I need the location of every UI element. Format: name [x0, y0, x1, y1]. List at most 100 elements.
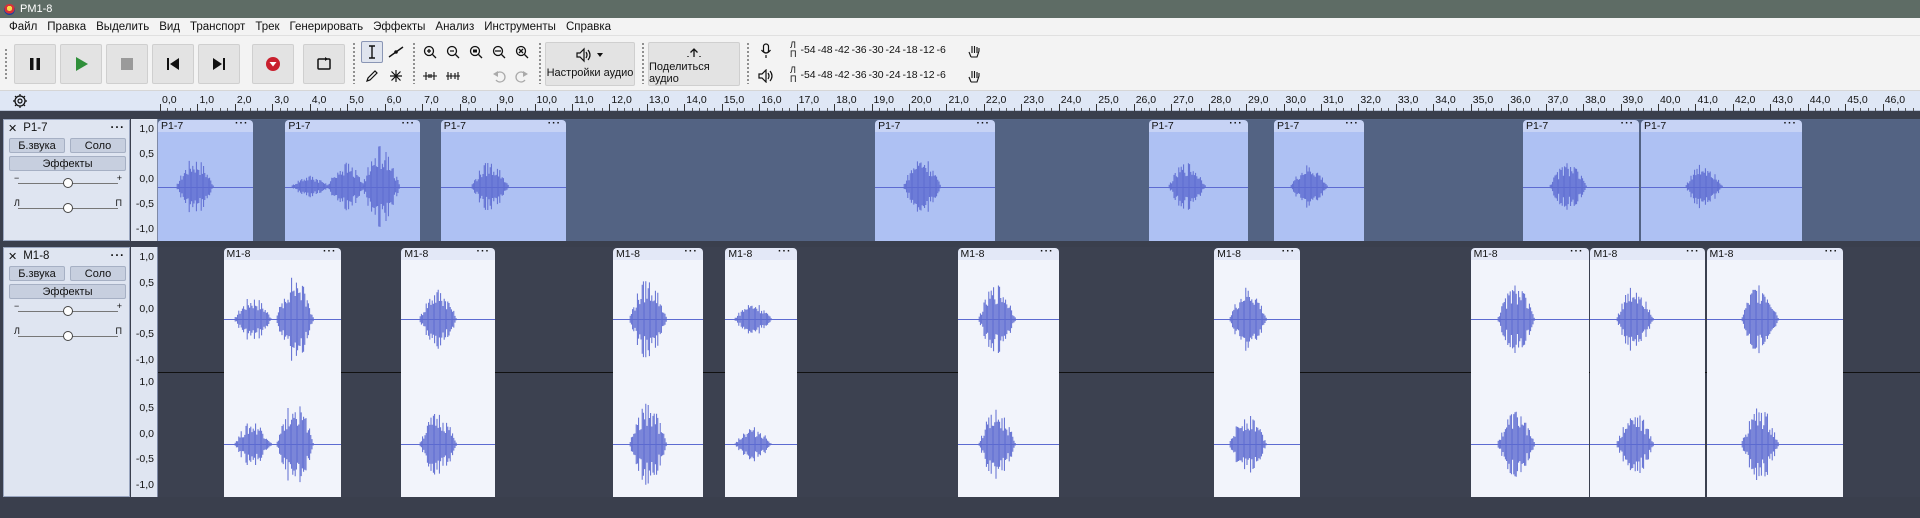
stop-button[interactable]: [106, 44, 148, 84]
clip-waveform-area[interactable]: [1148, 132, 1248, 241]
clip-header[interactable]: M1-8 ···: [1214, 248, 1301, 260]
fit-project-button[interactable]: [488, 41, 510, 63]
clip-header[interactable]: P1-7 ···: [1641, 120, 1803, 132]
track-lane-p1-7[interactable]: P1-7 ··· P1-7 ··· P1-7 ··· P1-7 ··· P1-7 ··· P1-7 ·…: [158, 119, 1920, 241]
pause-button[interactable]: [14, 44, 56, 84]
meter-grip[interactable]: [746, 42, 750, 84]
clip-waveform-area[interactable]: [957, 260, 1059, 497]
audio-clip[interactable]: P1-7 ···: [1641, 120, 1803, 241]
toolbar-grip[interactable]: [4, 48, 8, 80]
share-audio-button[interactable]: Поделиться аудио: [648, 42, 740, 86]
zoom-out-button[interactable]: [442, 41, 464, 63]
fit-selection-button[interactable]: [465, 41, 487, 63]
clip-waveform-area[interactable]: [1214, 260, 1301, 497]
record-meter-level-handle[interactable]: [963, 40, 985, 62]
timeline-settings-icon[interactable]: [12, 93, 28, 109]
clip-header[interactable]: M1-8 ···: [1470, 248, 1589, 260]
amplitude-scale-m1-8-right[interactable]: 1,0 0,5 0,0 -0,5 -1,0: [131, 372, 158, 497]
audio-clip[interactable]: M1-8 ···: [1470, 248, 1589, 497]
solo-button[interactable]: Соло: [70, 138, 126, 153]
clip-header[interactable]: P1-7 ···: [1523, 120, 1640, 132]
effects-button[interactable]: Эффекты: [9, 156, 126, 171]
close-track-icon[interactable]: ✕: [8, 250, 17, 263]
playback-meter[interactable]: ЛП -54 -48 -42 -36 -30 -24 -18 -12 -6: [788, 66, 953, 84]
audio-clip[interactable]: M1-8 ···: [1214, 248, 1301, 497]
multi-tool[interactable]: [385, 65, 407, 87]
menu-item-5[interactable]: Трек: [250, 18, 284, 36]
menu-item-7[interactable]: Эффекты: [368, 18, 430, 36]
audio-clip[interactable]: M1-8 ···: [725, 248, 797, 497]
audio-clip[interactable]: M1-8 ···: [1706, 248, 1844, 497]
gain-slider[interactable]: − +: [12, 173, 124, 190]
mute-button[interactable]: Б.звука: [9, 266, 65, 281]
audio-clip[interactable]: P1-7 ···: [1523, 120, 1640, 241]
edit-grip[interactable]: [412, 42, 416, 84]
clip-menu-icon[interactable]: ···: [976, 120, 990, 129]
clip-waveform-area[interactable]: [223, 260, 342, 497]
playback-meter-button[interactable]: [755, 65, 777, 87]
clip-menu-icon[interactable]: ···: [402, 120, 416, 129]
clip-waveform-area[interactable]: [285, 132, 421, 241]
record-button[interactable]: [252, 44, 294, 84]
undo-button[interactable]: [488, 65, 510, 87]
clip-header[interactable]: M1-8 ···: [613, 248, 703, 260]
draw-tool[interactable]: [361, 65, 383, 87]
clip-header[interactable]: P1-7 ···: [285, 120, 421, 132]
record-meter-button[interactable]: [755, 40, 777, 62]
clip-menu-icon[interactable]: ···: [1345, 120, 1359, 129]
clip-header[interactable]: M1-8 ···: [401, 248, 496, 260]
amplitude-scale-p1-7[interactable]: 1,0 0,5 0,0 -0,5 -1,0: [131, 119, 158, 241]
menu-item-3[interactable]: Вид: [154, 18, 185, 36]
clip-waveform-area[interactable]: [1641, 132, 1803, 241]
play-button[interactable]: [60, 44, 102, 84]
audio-clip[interactable]: M1-8 ···: [957, 248, 1059, 497]
audio-clip[interactable]: M1-8 ···: [1590, 248, 1705, 497]
menu-item-6[interactable]: Генерировать: [285, 18, 369, 36]
clip-waveform-area[interactable]: [1274, 132, 1364, 241]
close-track-icon[interactable]: ✕: [8, 122, 17, 135]
audio-clip[interactable]: P1-7 ···: [875, 120, 995, 241]
envelope-tool[interactable]: [385, 41, 407, 63]
amplitude-scale-m1-8-left[interactable]: 1,0 0,5 0,0 -0,5 -1,0: [131, 247, 158, 372]
clip-waveform-area[interactable]: [725, 260, 797, 497]
clip-waveform-area[interactable]: [158, 132, 254, 241]
zoom-in-button[interactable]: [419, 41, 441, 63]
clip-header[interactable]: P1-7 ···: [158, 120, 254, 132]
clip-header[interactable]: P1-7 ···: [1274, 120, 1364, 132]
track-name-button[interactable]: M1-8: [23, 250, 110, 262]
audio-clip[interactable]: P1-7 ···: [1274, 120, 1364, 241]
menu-item-8[interactable]: Анализ: [430, 18, 479, 36]
clip-menu-icon[interactable]: ···: [1825, 248, 1839, 257]
tools-grip[interactable]: [352, 42, 356, 84]
pan-slider[interactable]: Л П: [12, 326, 124, 343]
solo-button[interactable]: Соло: [70, 266, 126, 281]
gain-slider[interactable]: − +: [12, 301, 124, 318]
clip-menu-icon[interactable]: ···: [548, 120, 562, 129]
zoom-toggle-button[interactable]: [511, 41, 533, 63]
audio-setup-grip[interactable]: [538, 42, 542, 84]
clip-header[interactable]: M1-8 ···: [1590, 248, 1705, 260]
audio-clip[interactable]: P1-7 ···: [440, 120, 567, 241]
record-meter[interactable]: ЛП -54 -48 -42 -36 -30 -24 -18 -12 -6: [788, 41, 953, 59]
pan-slider-knob[interactable]: [63, 331, 73, 341]
clip-waveform-area[interactable]: [875, 132, 995, 241]
track-lane-m1-8[interactable]: M1-8 ··· M1-8 ··· M1-8 ··· M1-8 ··· M1-8 ··· M1-8 ·…: [158, 247, 1920, 497]
pan-slider[interactable]: Л П: [12, 198, 124, 215]
audio-clip[interactable]: P1-7 ···: [285, 120, 421, 241]
clip-header[interactable]: M1-8 ···: [1706, 248, 1844, 260]
audio-clip[interactable]: P1-7 ···: [158, 120, 254, 241]
audio-clip[interactable]: P1-7 ···: [1148, 120, 1248, 241]
skip-to-start-button[interactable]: [152, 44, 194, 84]
track-menu-icon[interactable]: ···: [111, 122, 126, 134]
clip-menu-icon[interactable]: ···: [1570, 248, 1584, 257]
clip-header[interactable]: M1-8 ···: [223, 248, 342, 260]
effects-button[interactable]: Эффекты: [9, 284, 126, 299]
track-control-panel-m1-8[interactable]: ✕ M1-8 ··· Б.звука Соло Эффекты − + Л П: [3, 247, 130, 497]
clip-header[interactable]: M1-8 ···: [725, 248, 797, 260]
mute-button[interactable]: Б.звука: [9, 138, 65, 153]
clip-waveform-area[interactable]: [613, 260, 703, 497]
timeline-ruler[interactable]: 0,0 1,0 2,0 3,0 4,0 5,0 6,0 7,0 8,0 9,0 10,0 11,0 12…: [160, 91, 1920, 111]
share-grip[interactable]: [641, 42, 645, 84]
clip-menu-icon[interactable]: ···: [1040, 248, 1054, 257]
loop-button[interactable]: [303, 44, 345, 84]
